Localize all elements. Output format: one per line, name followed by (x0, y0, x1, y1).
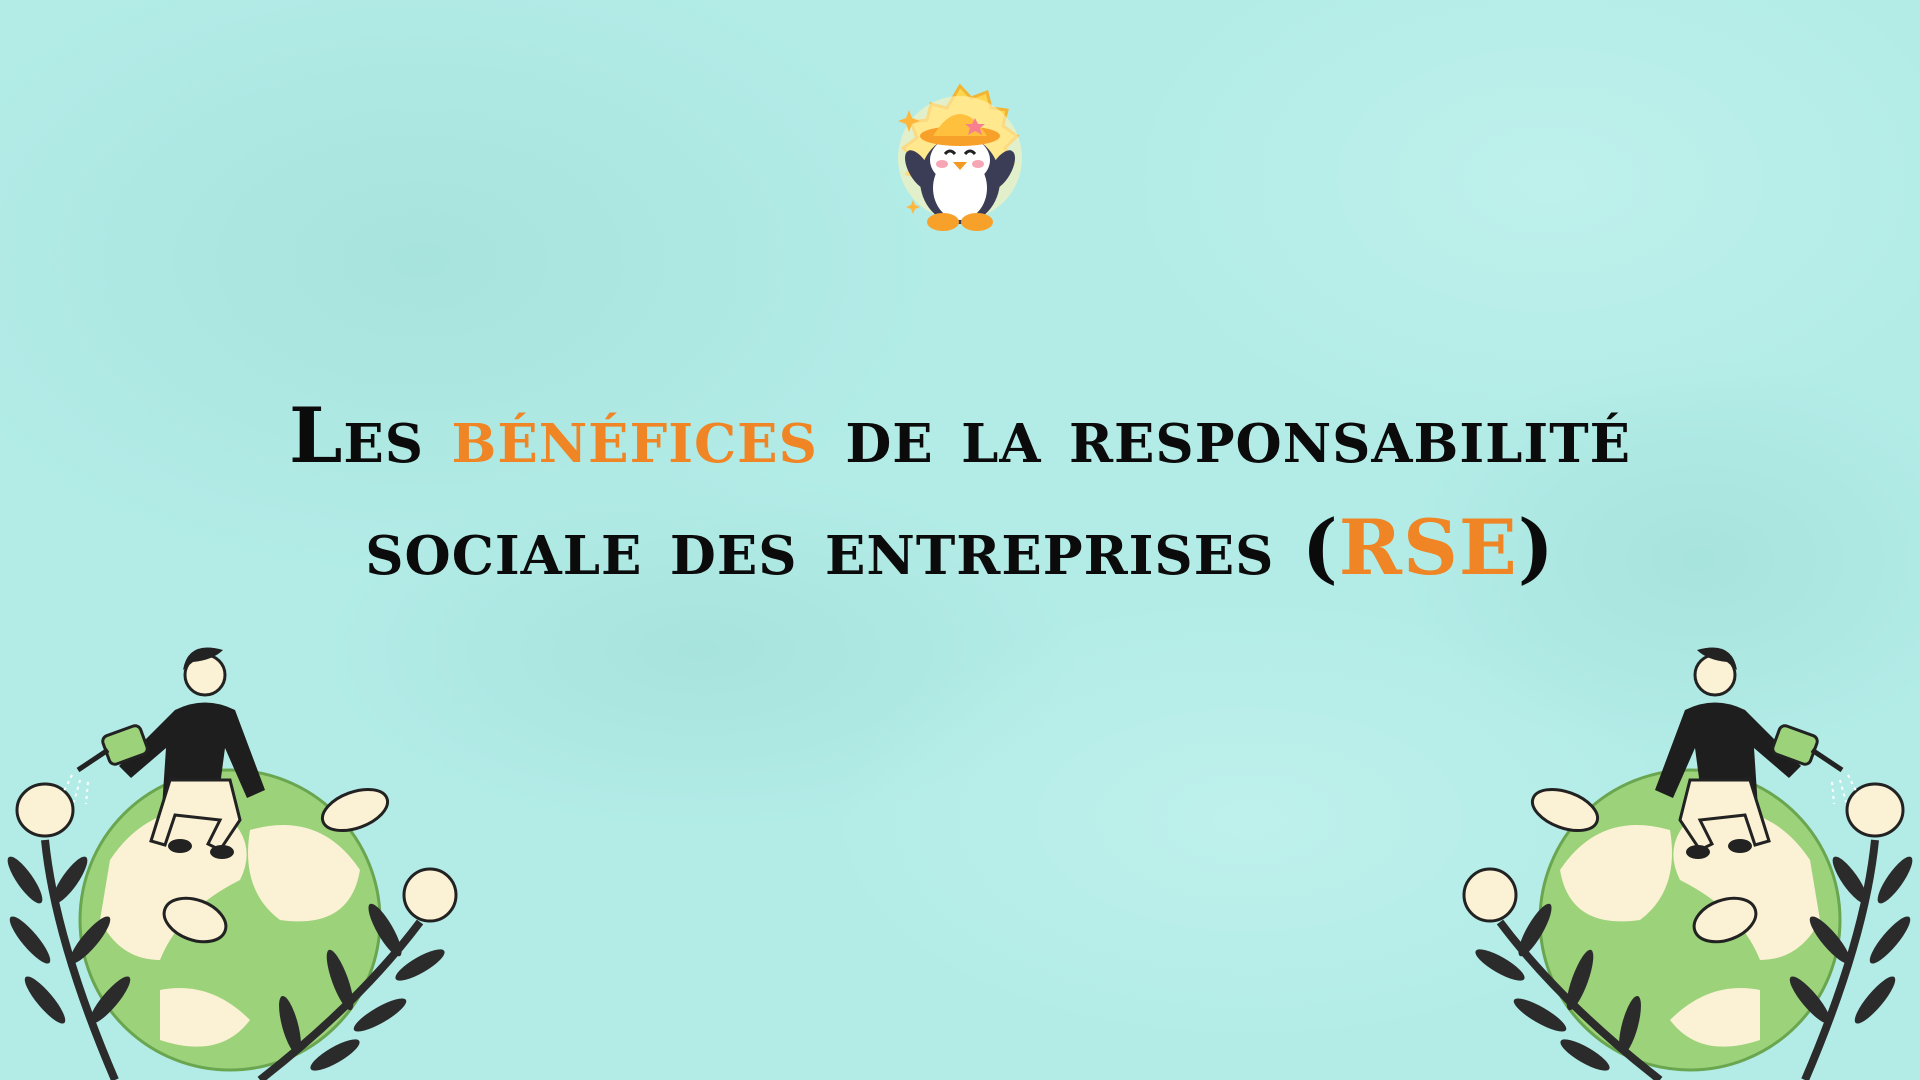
title-line1-rest: de la responsabilité (845, 391, 1632, 480)
person-watering-globe-icon (7, 647, 458, 1080)
title-line-1: Les bénéfices de la responsabilité (110, 380, 1810, 492)
page-title: Les bénéfices de la responsabilité socia… (110, 380, 1810, 604)
penguin-mascot-icon (898, 83, 1022, 231)
title-highlight-rse: RSE (1338, 503, 1518, 592)
title-line2-after: ) (1517, 503, 1555, 592)
title-line2-before: sociale des entreprises ( (365, 503, 1339, 592)
title-word-les: Les (288, 391, 425, 480)
title-line-2: sociale des entreprises (RSE) (110, 492, 1810, 604)
person-watering-globe-icon (1462, 647, 1913, 1080)
title-highlight-benefices: bénéfices (451, 391, 818, 480)
